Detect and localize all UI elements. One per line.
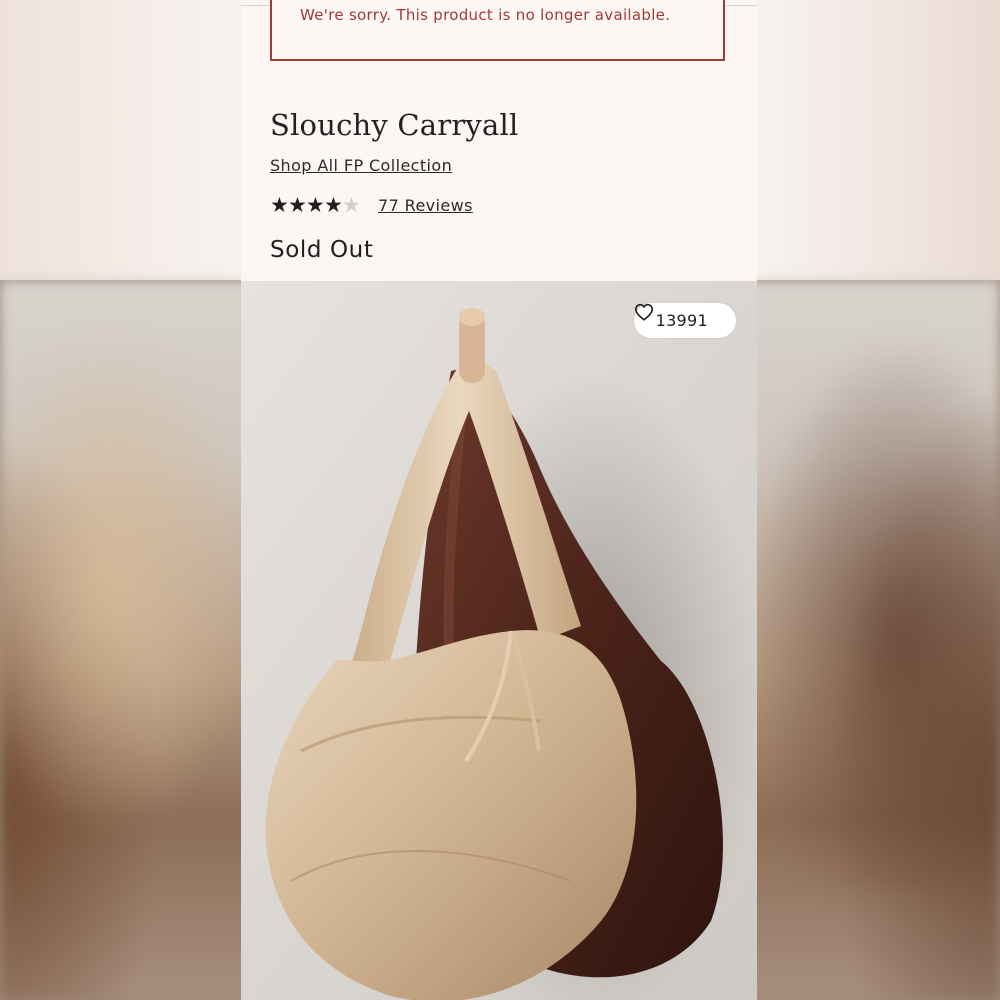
- favorite-button[interactable]: 13991: [633, 303, 736, 338]
- shop-collection-link[interactable]: Shop All FP Collection: [270, 156, 452, 175]
- star-icon: ★: [270, 193, 289, 217]
- product-rating: ★ ★ ★ ★ ★ 77 Reviews: [270, 193, 473, 217]
- star-icon: ★: [288, 193, 307, 217]
- bag-illustration: [241, 281, 757, 1000]
- star-icon: ★: [306, 193, 325, 217]
- favorite-count: 13991: [655, 311, 708, 330]
- product-title: Slouchy Carryall: [270, 108, 519, 142]
- star-rating: ★ ★ ★ ★ ★: [270, 193, 361, 217]
- product-image[interactable]: 13991: [241, 281, 757, 1000]
- stock-status: Sold Out: [270, 237, 374, 263]
- unavailable-alert: We're sorry. This product is no longer a…: [270, 0, 725, 61]
- alert-message: We're sorry. This product is no longer a…: [300, 6, 671, 24]
- product-page-panel: We're sorry. This product is no longer a…: [241, 0, 757, 1000]
- star-empty-icon: ★: [342, 193, 361, 217]
- reviews-link[interactable]: 77 Reviews: [378, 196, 473, 215]
- star-icon: ★: [324, 193, 343, 217]
